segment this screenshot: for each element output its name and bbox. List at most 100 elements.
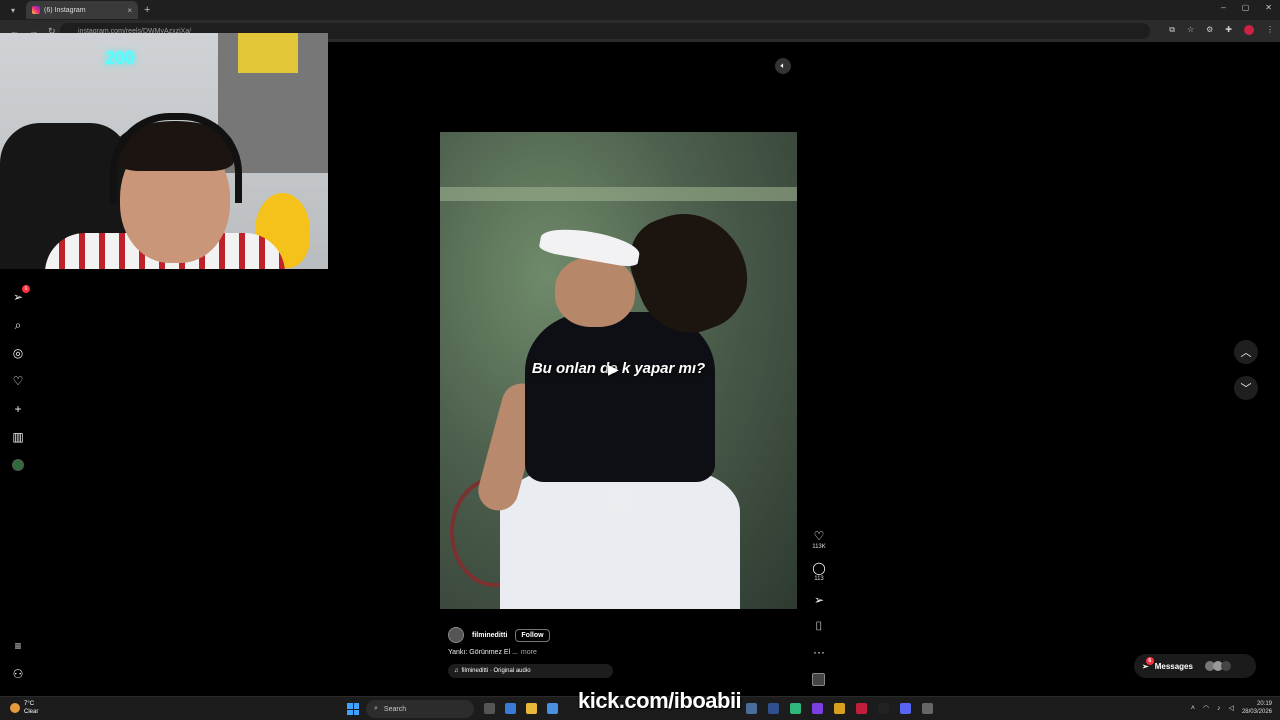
toolbar-icons: ⧉ ☆ ⚙ ✚ ⋮ [1169, 25, 1274, 35]
chevron-up-icon: ︿ [1240, 347, 1252, 359]
audio-thumbnail[interactable] [812, 673, 825, 686]
send-icon: ➢ [12, 290, 24, 304]
comment-count: 113 [814, 576, 824, 582]
messages-button[interactable]: ➢ 6 Messages [1134, 654, 1256, 678]
browser-tab-instagram[interactable]: (6) Instagram × [26, 1, 138, 19]
search-icon: ⌕ [374, 705, 378, 712]
sidebar-item-more[interactable]: ≡ [10, 638, 26, 654]
browser-tab-bar: ▾ (6) Instagram × + – ▢ ✕ [0, 0, 1280, 20]
sidebar-item-create[interactable]: + [10, 401, 26, 417]
minimize-button[interactable]: – [1221, 3, 1225, 12]
taskbar-app-icon[interactable] [768, 703, 779, 714]
reel-video[interactable]: Bu onlan de k yapar mı? ▶ filmin editi [440, 132, 797, 609]
sidebar-item-threads[interactable]: ⚇ [10, 666, 26, 682]
new-tab-button[interactable]: + [144, 4, 150, 16]
task-view-icon[interactable] [484, 703, 495, 714]
message-avatar [1220, 661, 1231, 671]
bookmark-star-icon[interactable]: ☆ [1187, 25, 1194, 35]
sidebar-item-dashboard[interactable]: ▥ [10, 429, 26, 445]
volume-icon[interactable]: ◁ [1229, 704, 1234, 712]
instagram-favicon-icon [32, 6, 40, 14]
bookmark-icon: ⌷ [815, 619, 823, 633]
clock-time: 20:19 [1256, 701, 1272, 707]
store-icon[interactable] [547, 703, 558, 714]
notification-badge: 6 [22, 285, 30, 293]
more-options-button[interactable]: ··· [808, 646, 830, 658]
follow-button[interactable]: Follow [515, 628, 550, 642]
speaker-icon: 🔈︎ [780, 61, 786, 70]
audio-attribution[interactable]: ♫ filmineditti · Original audio [448, 664, 613, 678]
more-options-icon: ··· [813, 645, 825, 659]
watermark-line-1: filmin [607, 492, 629, 502]
apps-icon: ⚇ [12, 667, 24, 681]
chevron-down-icon: ﹀ [1240, 383, 1252, 395]
kick-channel-overlay: kick.com/iboabii [578, 688, 742, 713]
music-note-icon: ♫ [454, 668, 459, 674]
weather-widget[interactable]: 7°C Clear [10, 700, 38, 716]
comment-button[interactable]: ◯ 113 [808, 562, 830, 582]
reel-player[interactable]: 🔈︎ Bu onlan de k yapar mı? ▶ filmin edit… [440, 52, 797, 687]
author-avatar[interactable] [448, 627, 464, 643]
profile-avatar[interactable] [1244, 25, 1254, 35]
start-button[interactable] [347, 703, 359, 715]
white-skirt [500, 467, 740, 609]
taskbar-app-icon[interactable] [834, 703, 845, 714]
sidebar-item-explore[interactable]: ◎ [10, 345, 26, 361]
save-button[interactable]: ⌷ [808, 620, 830, 632]
taskbar-search[interactable]: ⌕ Search [366, 700, 474, 718]
author-row: filmineditti Follow [448, 627, 788, 643]
settings-icon[interactable] [922, 703, 933, 714]
taskbar-app-icon[interactable] [878, 703, 889, 714]
mute-button[interactable]: 🔈︎ [775, 58, 791, 74]
discord-icon[interactable] [900, 703, 911, 714]
kebab-menu-icon[interactable]: ⋮ [1266, 25, 1274, 35]
author-name[interactable]: filmineditti [472, 632, 507, 639]
taskbar-app-icon[interactable] [812, 703, 823, 714]
plus-icon: + [14, 402, 22, 416]
send-icon: ➢ [813, 593, 825, 607]
install-app-icon[interactable]: ⧉ [1169, 25, 1175, 35]
maximize-button[interactable]: ▢ [1242, 3, 1250, 12]
background-flag [238, 33, 298, 73]
puzzle-icon[interactable]: ✚ [1225, 25, 1232, 35]
weather-condition: Clear [24, 709, 39, 715]
taskbar-app-icon[interactable] [856, 703, 867, 714]
system-tray: ˄ ◠ ♪ ◁ 20:19 28/03/2026 [1191, 700, 1272, 716]
taskbar-search-label: Search [383, 705, 407, 713]
weather-temp: 7°C [24, 701, 35, 707]
sidebar-item-notifications[interactable]: ♡ [10, 373, 26, 389]
taskbar-app-icon[interactable] [746, 703, 757, 714]
audio-label: filmineditti · Original audio [461, 668, 531, 674]
tab-close-icon[interactable]: × [127, 6, 132, 15]
close-window-button[interactable]: ✕ [1265, 3, 1272, 12]
network-icon[interactable]: ◠ [1203, 704, 1209, 712]
sidebar-item-messages[interactable]: ➢ 6 [10, 285, 30, 305]
black-shirt [525, 312, 715, 482]
description-text: Yankı: Görünmez El ... [448, 649, 518, 656]
tray-chevron-icon[interactable]: ˄ [1191, 705, 1195, 712]
weather-icon [10, 703, 20, 713]
reel-description: Yankı: Görünmez El ... more [448, 649, 788, 656]
sidebar-item-profile[interactable] [10, 457, 26, 473]
play-icon[interactable]: ▶ [608, 361, 628, 381]
window-controls: – ▢ ✕ [1221, 3, 1272, 12]
clock[interactable]: 20:19 28/03/2026 [1242, 700, 1272, 716]
sidebar-item-search[interactable]: ⌕ [10, 317, 26, 333]
compass-icon: ◎ [12, 346, 24, 360]
face [555, 257, 635, 327]
tab-title: (6) Instagram [44, 6, 86, 14]
previous-reel-button[interactable]: ︿ [1234, 340, 1258, 364]
taskbar-app-icon[interactable] [790, 703, 801, 714]
more-link[interactable]: more [521, 649, 537, 656]
heart-icon: ♡ [813, 529, 825, 543]
like-count: 113K [812, 544, 826, 550]
mic-icon[interactable]: ♪ [1217, 705, 1221, 712]
extension-icon[interactable]: ⚙ [1206, 25, 1213, 35]
profile-avatar [12, 459, 24, 471]
share-button[interactable]: ➢ [808, 594, 830, 606]
file-explorer-icon[interactable] [526, 703, 537, 714]
copilot-icon[interactable] [505, 703, 516, 714]
like-button[interactable]: ♡ 113K [808, 530, 830, 550]
next-reel-button[interactable]: ﹀ [1234, 376, 1258, 400]
tab-search-button[interactable]: ▾ [4, 1, 22, 19]
